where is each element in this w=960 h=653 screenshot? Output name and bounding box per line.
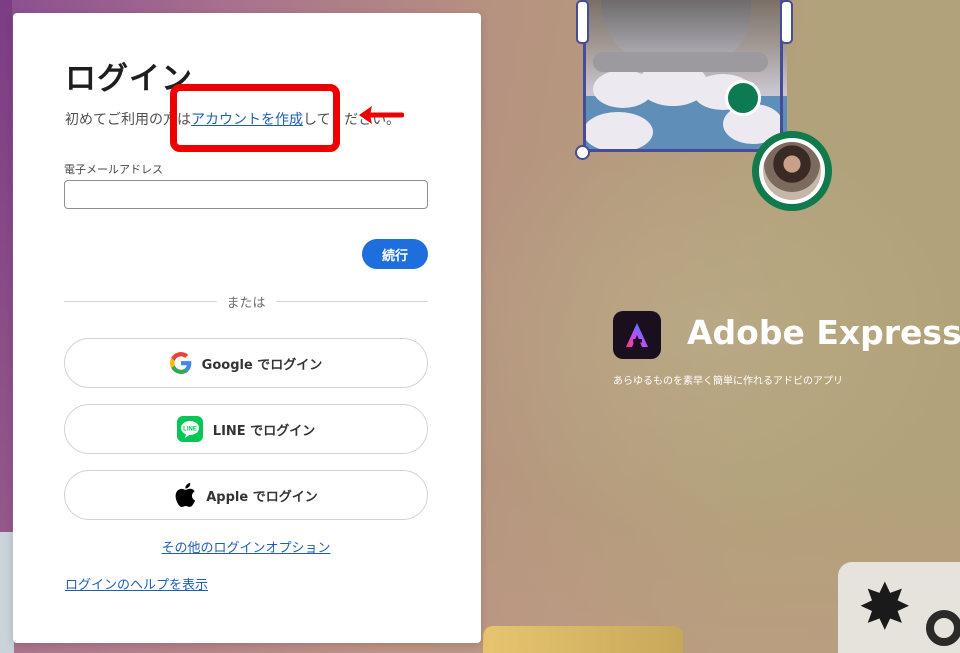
annotation-arrow-icon [359, 106, 404, 124]
swirl-shape [926, 610, 960, 646]
google-icon [169, 352, 192, 374]
line-login-button[interactable]: LINE LINE でログイン [64, 404, 428, 454]
collaborator-avatar [752, 131, 832, 211]
brand-name: Adobe Express [687, 313, 960, 352]
selection-handle [575, 145, 590, 160]
background-poster-fragment [0, 532, 14, 653]
annotation-highlight-box [170, 84, 340, 152]
apple-login-button[interactable]: Apple でログイン [64, 470, 428, 520]
divider-text: または [226, 295, 266, 311]
or-divider: または [64, 292, 429, 311]
divider-line [275, 300, 429, 302]
selection-side-handle [780, 0, 793, 44]
line-icon: LINE [176, 416, 203, 442]
svg-text:LINE: LINE [183, 427, 197, 433]
email-field[interactable] [64, 180, 428, 209]
collaborator-cursor-dot [725, 80, 761, 116]
selection-frame [583, 0, 783, 152]
divider-line [64, 300, 217, 302]
brand-tagline: あらゆるものを素早く簡単に作れるアドビのアプリ [613, 376, 843, 387]
background-yellow-card [483, 626, 683, 653]
line-login-label: LINE でログイン [212, 423, 316, 439]
google-login-label: Google でログイン [201, 357, 323, 373]
other-login-options-link[interactable]: その他のログインオプション [13, 537, 479, 556]
continue-button[interactable]: 続行 [362, 239, 428, 269]
adobe-express-logo-icon [613, 311, 661, 359]
starburst-icon: ✸ [858, 571, 912, 645]
apple-login-label: Apple でログイン [206, 489, 318, 505]
avatar-photo [763, 142, 821, 200]
google-login-button[interactable]: Google でログイン [64, 338, 428, 388]
apple-icon [174, 482, 196, 508]
login-help-link[interactable]: ログインのヘルプを表示 [65, 574, 208, 593]
background-sticker-card: ✸ [838, 562, 960, 653]
email-label: 電子メールアドレス [64, 163, 163, 176]
selection-side-handle [576, 0, 589, 44]
